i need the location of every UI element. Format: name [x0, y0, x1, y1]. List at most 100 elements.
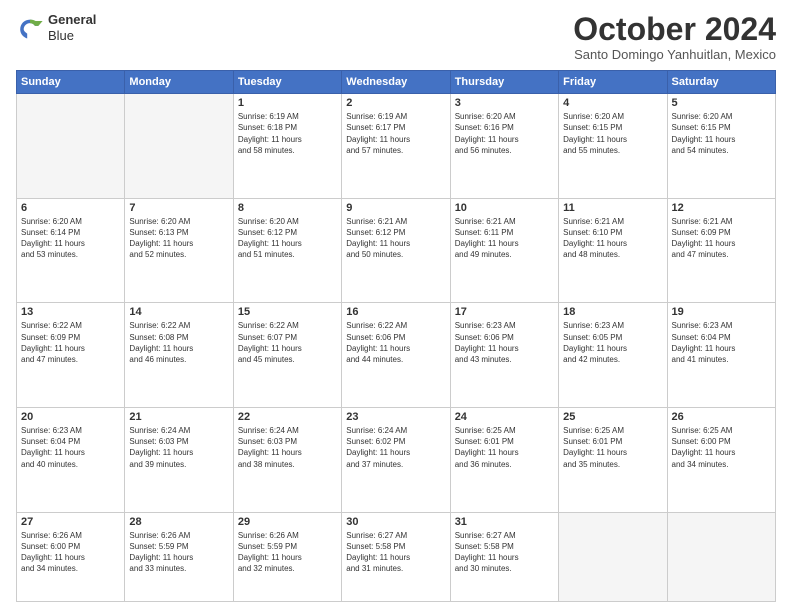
day-number: 29	[238, 516, 337, 528]
calendar-cell: 12 Sunrise: 6:21 AM Sunset: 6:09 PM Dayli…	[667, 198, 775, 303]
calendar-cell: 28 Sunrise: 6:26 AM Sunset: 5:59 PM Dayli…	[125, 512, 233, 601]
calendar-cell: 27 Sunrise: 6:26 AM Sunset: 6:00 PM Dayli…	[17, 512, 125, 601]
header-friday: Friday	[559, 71, 667, 94]
calendar-cell	[559, 512, 667, 601]
calendar-cell: 17 Sunrise: 6:23 AM Sunset: 6:06 PM Dayli…	[450, 303, 558, 408]
day-number: 27	[21, 516, 120, 528]
day-info: Sunrise: 6:24 AM Sunset: 6:03 PM Dayligh…	[129, 425, 228, 470]
day-number: 28	[129, 516, 228, 528]
day-info: Sunrise: 6:21 AM Sunset: 6:09 PM Dayligh…	[672, 216, 771, 261]
day-number: 4	[563, 97, 662, 109]
day-info: Sunrise: 6:24 AM Sunset: 6:02 PM Dayligh…	[346, 425, 445, 470]
day-number: 13	[21, 306, 120, 318]
calendar-cell: 18Sunrise: 6:23 AM Sunset: 6:05 PM Dayli…	[559, 303, 667, 408]
day-number: 20	[21, 411, 120, 423]
calendar-cell: 3Sunrise: 6:20 AM Sunset: 6:16 PM Daylig…	[450, 94, 558, 199]
day-info: Sunrise: 6:27 AM Sunset: 5:58 PM Dayligh…	[455, 530, 554, 575]
logo-blue: Blue	[48, 28, 96, 44]
calendar-cell: 11 Sunrise: 6:21 AM Sunset: 6:10 PM Dayli…	[559, 198, 667, 303]
day-info: Sunrise: 6:23 AM Sunset: 6:04 PM Dayligh…	[21, 425, 120, 470]
day-number: 1	[238, 97, 337, 109]
logo-icon	[16, 14, 44, 42]
day-number: 31	[455, 516, 554, 528]
calendar-cell: 30 Sunrise: 6:27 AM Sunset: 5:58 PM Dayli…	[342, 512, 450, 601]
calendar-cell: 6Sunrise: 6:20 AM Sunset: 6:14 PM Daylig…	[17, 198, 125, 303]
calendar-cell: 19Sunrise: 6:23 AM Sunset: 6:04 PM Dayli…	[667, 303, 775, 408]
calendar-week-1: 1 Sunrise: 6:19 AM Sunset: 6:18 PM Daylig…	[17, 94, 776, 199]
calendar-cell: 5 Sunrise: 6:20 AM Sunset: 6:15 PM Daylig…	[667, 94, 775, 199]
day-number: 10	[455, 202, 554, 214]
day-info: Sunrise: 6:22 AM Sunset: 6:06 PM Dayligh…	[346, 320, 445, 365]
day-number: 8	[238, 202, 337, 214]
header-wednesday: Wednesday	[342, 71, 450, 94]
day-info: Sunrise: 6:26 AM Sunset: 5:59 PM Dayligh…	[238, 530, 337, 575]
day-number: 11	[563, 202, 662, 214]
calendar-week-5: 27 Sunrise: 6:26 AM Sunset: 6:00 PM Dayli…	[17, 512, 776, 601]
calendar-cell: 4 Sunrise: 6:20 AM Sunset: 6:15 PM Daylig…	[559, 94, 667, 199]
calendar-cell: 26Sunrise: 6:25 AM Sunset: 6:00 PM Dayli…	[667, 408, 775, 513]
calendar-cell: 20 Sunrise: 6:23 AM Sunset: 6:04 PM Dayli…	[17, 408, 125, 513]
day-number: 7	[129, 202, 228, 214]
day-number: 21	[129, 411, 228, 423]
header-monday: Monday	[125, 71, 233, 94]
day-info: Sunrise: 6:22 AM Sunset: 6:07 PM Dayligh…	[238, 320, 337, 365]
day-info: Sunrise: 6:20 AM Sunset: 6:15 PM Dayligh…	[563, 111, 662, 156]
calendar-cell: 24 Sunrise: 6:25 AM Sunset: 6:01 PM Dayli…	[450, 408, 558, 513]
day-info: Sunrise: 6:25 AM Sunset: 6:01 PM Dayligh…	[563, 425, 662, 470]
day-info: Sunrise: 6:25 AM Sunset: 6:00 PM Dayligh…	[672, 425, 771, 470]
calendar-week-4: 20 Sunrise: 6:23 AM Sunset: 6:04 PM Dayli…	[17, 408, 776, 513]
calendar-header-row: Sunday Monday Tuesday Wednesday Thursday…	[17, 71, 776, 94]
day-info: Sunrise: 6:20 AM Sunset: 6:13 PM Dayligh…	[129, 216, 228, 261]
day-number: 14	[129, 306, 228, 318]
day-info: Sunrise: 6:21 AM Sunset: 6:11 PM Dayligh…	[455, 216, 554, 261]
calendar-cell: 23 Sunrise: 6:24 AM Sunset: 6:02 PM Dayli…	[342, 408, 450, 513]
month-title: October 2024	[573, 12, 776, 47]
day-info: Sunrise: 6:26 AM Sunset: 5:59 PM Dayligh…	[129, 530, 228, 575]
day-number: 19	[672, 306, 771, 318]
day-info: Sunrise: 6:25 AM Sunset: 6:01 PM Dayligh…	[455, 425, 554, 470]
calendar-cell	[17, 94, 125, 199]
header-tuesday: Tuesday	[233, 71, 341, 94]
day-number: 17	[455, 306, 554, 318]
day-number: 5	[672, 97, 771, 109]
day-info: Sunrise: 6:26 AM Sunset: 6:00 PM Dayligh…	[21, 530, 120, 575]
calendar-cell: 1 Sunrise: 6:19 AM Sunset: 6:18 PM Daylig…	[233, 94, 341, 199]
location-subtitle: Santo Domingo Yanhuitlan, Mexico	[573, 47, 776, 62]
day-info: Sunrise: 6:19 AM Sunset: 6:18 PM Dayligh…	[238, 111, 337, 156]
day-info: Sunrise: 6:22 AM Sunset: 6:08 PM Dayligh…	[129, 320, 228, 365]
day-number: 9	[346, 202, 445, 214]
day-number: 18	[563, 306, 662, 318]
day-info: Sunrise: 6:19 AM Sunset: 6:17 PM Dayligh…	[346, 111, 445, 156]
day-number: 16	[346, 306, 445, 318]
day-number: 24	[455, 411, 554, 423]
calendar-cell: 15 Sunrise: 6:22 AM Sunset: 6:07 PM Dayli…	[233, 303, 341, 408]
calendar-week-2: 6Sunrise: 6:20 AM Sunset: 6:14 PM Daylig…	[17, 198, 776, 303]
calendar-cell: 16 Sunrise: 6:22 AM Sunset: 6:06 PM Dayli…	[342, 303, 450, 408]
day-info: Sunrise: 6:20 AM Sunset: 6:16 PM Dayligh…	[455, 111, 554, 156]
header-saturday: Saturday	[667, 71, 775, 94]
day-info: Sunrise: 6:21 AM Sunset: 6:10 PM Dayligh…	[563, 216, 662, 261]
header: General Blue October 2024 Santo Domingo …	[16, 12, 776, 62]
calendar-cell	[667, 512, 775, 601]
day-number: 12	[672, 202, 771, 214]
day-info: Sunrise: 6:20 AM Sunset: 6:15 PM Dayligh…	[672, 111, 771, 156]
calendar-cell: 2Sunrise: 6:19 AM Sunset: 6:17 PM Daylig…	[342, 94, 450, 199]
day-info: Sunrise: 6:22 AM Sunset: 6:09 PM Dayligh…	[21, 320, 120, 365]
calendar-cell: 31 Sunrise: 6:27 AM Sunset: 5:58 PM Dayli…	[450, 512, 558, 601]
day-number: 15	[238, 306, 337, 318]
day-number: 22	[238, 411, 337, 423]
logo-text: General Blue	[48, 12, 96, 43]
day-info: Sunrise: 6:27 AM Sunset: 5:58 PM Dayligh…	[346, 530, 445, 575]
logo: General Blue	[16, 12, 96, 43]
day-number: 30	[346, 516, 445, 528]
calendar-cell: 25 Sunrise: 6:25 AM Sunset: 6:01 PM Dayli…	[559, 408, 667, 513]
day-info: Sunrise: 6:20 AM Sunset: 6:14 PM Dayligh…	[21, 216, 120, 261]
calendar-cell: 21 Sunrise: 6:24 AM Sunset: 6:03 PM Dayli…	[125, 408, 233, 513]
day-number: 25	[563, 411, 662, 423]
calendar-cell: 29 Sunrise: 6:26 AM Sunset: 5:59 PM Dayli…	[233, 512, 341, 601]
day-info: Sunrise: 6:23 AM Sunset: 6:06 PM Dayligh…	[455, 320, 554, 365]
calendar-cell: 10 Sunrise: 6:21 AM Sunset: 6:11 PM Dayli…	[450, 198, 558, 303]
day-number: 23	[346, 411, 445, 423]
calendar-week-3: 13 Sunrise: 6:22 AM Sunset: 6:09 PM Dayli…	[17, 303, 776, 408]
title-block: October 2024 Santo Domingo Yanhuitlan, M…	[573, 12, 776, 62]
